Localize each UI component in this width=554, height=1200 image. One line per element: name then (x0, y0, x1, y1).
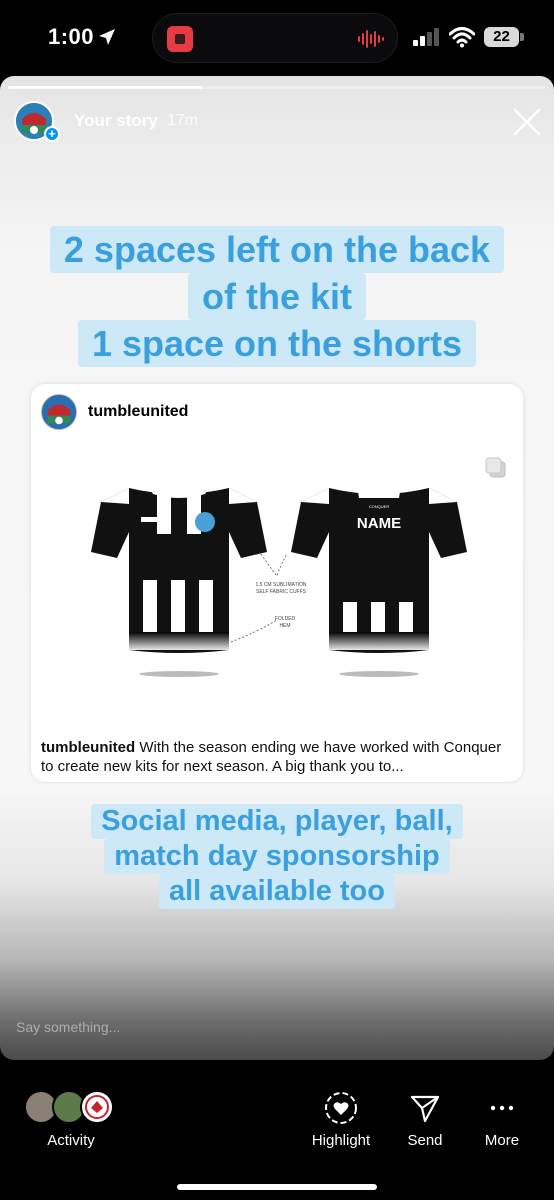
story-viewer[interactable]: + Your story 17m 2 spaces left on the ba… (0, 76, 554, 1060)
front-shirt (91, 488, 267, 677)
send-label[interactable]: Send (407, 1132, 442, 1149)
kit-design-image[interactable]: NAME CONQUER 1.5 CM SUBLIMATION SELF FAB… (81, 480, 477, 690)
cellular-signal-icon (413, 28, 439, 46)
reply-input[interactable]: Say something... (16, 1019, 120, 1035)
headline-line: of the kit (188, 273, 366, 320)
now-playing-app-icon (167, 26, 193, 52)
club-crest-icon (42, 395, 76, 429)
close-icon[interactable] (512, 107, 542, 137)
dynamic-island[interactable] (152, 13, 398, 63)
highlight-heart-icon[interactable] (324, 1091, 358, 1125)
cuffs-label-line-2: SELF FABRIC CUFFS (256, 589, 307, 595)
hem-label-line-1: FOLDED (275, 616, 296, 622)
wifi-icon (449, 27, 475, 48)
sponsorship-line: all available too (159, 874, 395, 909)
send-icon[interactable] (408, 1091, 442, 1125)
post-username[interactable]: tumbleunited (88, 403, 188, 421)
more-dots-icon[interactable] (485, 1091, 519, 1125)
headline-line: 1 space on the shorts (77, 320, 477, 367)
kit-brand-text: CONQUER (369, 504, 390, 509)
story-username: Your story (74, 111, 158, 130)
more-label[interactable]: More (485, 1132, 519, 1149)
sponsorship-line: match day sponsorship (104, 839, 450, 874)
status-bar: 1:00 22 (0, 0, 554, 76)
kit-name-text: NAME (357, 515, 401, 532)
audio-waveform-icon (358, 30, 384, 48)
story-progress-bar (8, 86, 546, 89)
headline-line: 2 spaces left on the back (49, 226, 505, 273)
battery-icon: 22 (484, 27, 524, 47)
add-story-plus-icon[interactable]: + (44, 126, 60, 142)
highlight-label[interactable]: Highlight (312, 1132, 370, 1149)
shared-post-card[interactable]: tumbleunited NAME CONQUER 1.5 CM SUBLIMA… (31, 384, 523, 782)
activity-label[interactable]: Activity (47, 1132, 95, 1149)
caption-username[interactable]: tumbleunited (41, 739, 135, 756)
sponsorship-text-sticker: Social media, player, ball, match day sp… (0, 804, 554, 909)
multiple-images-icon (485, 457, 506, 478)
headline-text-sticker: 2 spaces left on the back of the kit 1 s… (0, 226, 554, 367)
cuffs-label-line-1: 1.5 CM SUBLIMATION (255, 582, 306, 588)
bottom-action-bar: Activity Highlight Send More (0, 1060, 554, 1200)
story-timestamp: 17m (167, 112, 199, 129)
kit-annotations: 1.5 CM SUBLIMATION SELF FABRIC CUFFS FOL… (230, 553, 307, 643)
post-caption: tumbleunited With the season ending we h… (41, 738, 513, 776)
viewer-avatar (80, 1090, 114, 1124)
home-indicator[interactable] (177, 1184, 377, 1190)
activity-viewer-avatars[interactable] (24, 1090, 120, 1126)
status-time: 1:00 (48, 24, 95, 49)
location-arrow-icon (99, 29, 115, 45)
battery-level: 22 (484, 27, 519, 47)
post-avatar[interactable] (41, 394, 77, 430)
story-progress-fill (8, 86, 202, 89)
sponsorship-line: Social media, player, ball, (91, 804, 463, 839)
hem-label-line-2: HEM (279, 623, 290, 629)
back-shirt: NAME CONQUER (291, 486, 467, 677)
battery-tip (520, 33, 524, 41)
